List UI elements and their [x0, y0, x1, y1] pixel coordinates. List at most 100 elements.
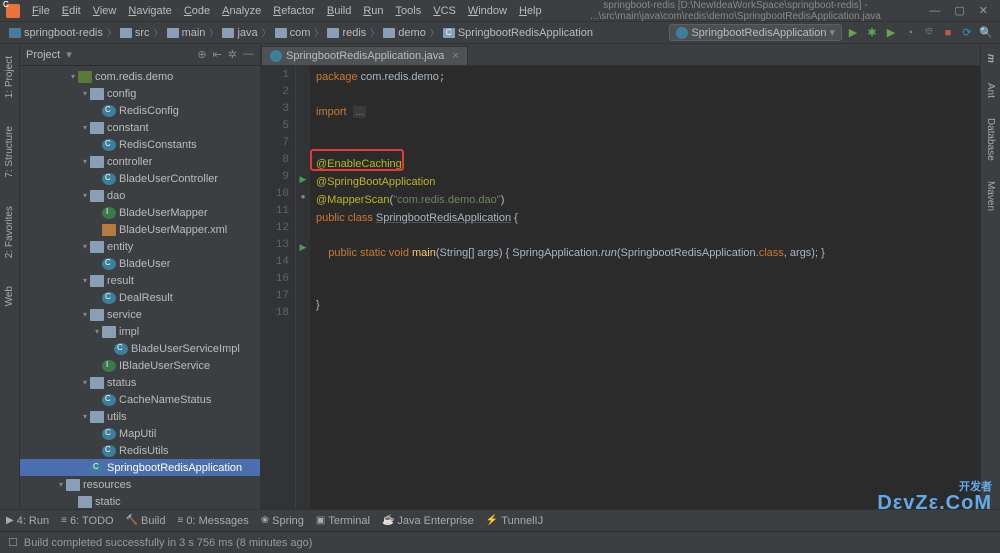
profile-button[interactable]: ◔ [902, 25, 918, 41]
tree-node[interactable]: RedisConstants [20, 136, 260, 153]
tree-node[interactable]: ▾result [20, 272, 260, 289]
bottom-tab-run[interactable]: ▶ 4: Run [6, 515, 49, 527]
tree-node[interactable]: RedisConfig [20, 102, 260, 119]
tree-node[interactable]: BladeUser [20, 255, 260, 272]
editor-tabs: SpringbootRedisApplication.java × [261, 44, 980, 66]
tree-node[interactable]: RedisUtils [20, 442, 260, 459]
left-tool-strip: 1: Project 7: Structure 2: Favorites Web [0, 44, 20, 509]
tree-node[interactable]: ▾config [20, 85, 260, 102]
menu-window[interactable]: Window [462, 3, 513, 19]
maximize-button[interactable]: ▢ [948, 4, 970, 17]
folder-icon [222, 28, 234, 38]
sidebar-select-target-icon[interactable]: ⊕ [197, 48, 206, 61]
tool-tab-maven[interactable]: Maven [984, 177, 997, 215]
breadcrumb-item[interactable]: SpringbootRedisApplication [440, 26, 596, 40]
breadcrumb-item[interactable]: demo [380, 26, 429, 40]
menu-analyze[interactable]: Analyze [216, 3, 267, 19]
tree-node[interactable]: BladeUserServiceImpl [20, 340, 260, 357]
menu-edit[interactable]: Edit [56, 3, 87, 19]
tree-node[interactable]: ▾controller [20, 153, 260, 170]
folder-icon [327, 28, 339, 38]
tree-node[interactable]: SpringbootRedisApplication [20, 459, 260, 476]
cls-icon [102, 428, 116, 440]
bottom-tab-tunnel[interactable]: ⚡ TunnelIJ [486, 515, 543, 527]
bottom-tab-build[interactable]: 🔨 Build [126, 515, 166, 527]
menu-build[interactable]: Build [321, 3, 357, 19]
breadcrumb-item[interactable]: com [272, 26, 314, 40]
tool-tab-database[interactable]: Database [984, 114, 997, 165]
sidebar-settings-icon[interactable]: ✲ [228, 48, 237, 61]
editor-area: SpringbootRedisApplication.java × 123578… [261, 44, 980, 509]
menu-navigate[interactable]: Navigate [122, 3, 177, 19]
tree-node[interactable]: ▾impl [20, 323, 260, 340]
tool-tab-structure[interactable]: 7: Structure [3, 122, 16, 182]
tree-node[interactable]: ▾status [20, 374, 260, 391]
tool-tab-favorites[interactable]: 2: Favorites [3, 202, 16, 262]
tree-node[interactable]: IBladeUserService [20, 357, 260, 374]
menu-view[interactable]: View [87, 3, 123, 19]
bottom-tab-messages[interactable]: ≡ 0: Messages [178, 515, 249, 527]
menu-run[interactable]: Run [357, 3, 389, 19]
menu-help[interactable]: Help [513, 3, 548, 19]
tree-node[interactable]: ▾dao [20, 187, 260, 204]
tree-node[interactable]: ▾utils [20, 408, 260, 425]
sidebar-collapse-icon[interactable]: ⇤ [213, 48, 222, 61]
bottom-tab-todo[interactable]: ≡ 6: TODO [61, 515, 113, 527]
coverage-button[interactable]: ▶ [883, 25, 899, 41]
tree-node[interactable]: BladeUserMapper [20, 204, 260, 221]
breadcrumb-item[interactable]: redis [324, 26, 369, 40]
tree-node[interactable]: DealResult [20, 289, 260, 306]
breadcrumb-item[interactable]: springboot-redis [6, 26, 106, 40]
breadcrumb-item[interactable]: main [164, 26, 209, 40]
bottom-tab-terminal[interactable]: ▣ Terminal [316, 515, 370, 527]
right-tool-strip: m Ant Database Maven [980, 44, 1000, 509]
tool-tab-m[interactable]: m [984, 50, 997, 67]
close-button[interactable]: ✕ [973, 4, 994, 17]
tree-label: RedisConfig [119, 105, 179, 117]
stop-button[interactable]: ■ [940, 25, 956, 41]
close-tab-icon[interactable]: × [452, 50, 458, 62]
attach-button[interactable]: ⯐ [921, 25, 937, 41]
tree-node[interactable]: CacheNameStatus [20, 391, 260, 408]
sidebar-hide-icon[interactable]: — [243, 48, 254, 61]
tree-node[interactable]: BladeUserController [20, 170, 260, 187]
tree-label: dao [107, 190, 125, 202]
debug-button[interactable]: ✱ [864, 25, 880, 41]
bottom-tab-java-ee[interactable]: ☕ Java Enterprise [382, 515, 474, 527]
menu-refactor[interactable]: Refactor [267, 3, 321, 19]
tree-node[interactable]: BladeUserMapper.xml [20, 221, 260, 238]
code-content[interactable]: package com.redis.demo;import ...@Enable… [310, 66, 980, 509]
tree-node[interactable]: ▾resources [20, 476, 260, 493]
minimize-button[interactable]: — [923, 5, 946, 17]
menu-code[interactable]: Code [178, 3, 216, 19]
tree-node[interactable]: MapUtil [20, 425, 260, 442]
bottom-tab-spring[interactable]: ❀ Spring [261, 515, 304, 527]
tool-tab-web[interactable]: Web [3, 282, 16, 310]
breadcrumb-item[interactable]: java [219, 26, 260, 40]
project-tree[interactable]: ▾com.redis.demo▾config RedisConfig ▾consta… [20, 66, 260, 509]
breadcrumb-item[interactable]: src [117, 26, 153, 40]
tree-node[interactable]: ▾com.redis.demo [20, 68, 260, 85]
run-config-dropdown[interactable]: SpringbootRedisApplication ▾ [669, 24, 842, 41]
tool-tab-project[interactable]: 1: Project [3, 52, 16, 102]
run-marker-icon[interactable]: ▶ [296, 171, 310, 188]
tree-node[interactable]: ▾entity [20, 238, 260, 255]
tree-node[interactable]: ▾constant [20, 119, 260, 136]
code-area[interactable]: 12357891011121314161718 ▶ ● ▶ package co… [261, 66, 980, 509]
run-button[interactable]: ▶ [845, 25, 861, 41]
search-button[interactable]: 🔍 [978, 25, 994, 41]
tool-tab-ant[interactable]: Ant [984, 79, 997, 102]
tree-node[interactable]: static [20, 493, 260, 509]
menu-tools[interactable]: Tools [390, 3, 428, 19]
update-button[interactable]: ⟳ [959, 25, 975, 41]
intf-icon [102, 207, 116, 219]
tree-label: MapUtil [119, 428, 156, 440]
override-marker-icon[interactable]: ● [296, 188, 310, 205]
menu-bar: FileEditViewNavigateCodeAnalyzeRefactorB… [0, 0, 1000, 22]
fld-icon [78, 496, 92, 508]
menu-file[interactable]: File [26, 3, 56, 19]
menu-vcs[interactable]: VCS [427, 3, 462, 19]
editor-tab[interactable]: SpringbootRedisApplication.java × [261, 46, 468, 65]
tree-node[interactable]: ▾service [20, 306, 260, 323]
run-marker-icon[interactable]: ▶ [296, 239, 310, 256]
